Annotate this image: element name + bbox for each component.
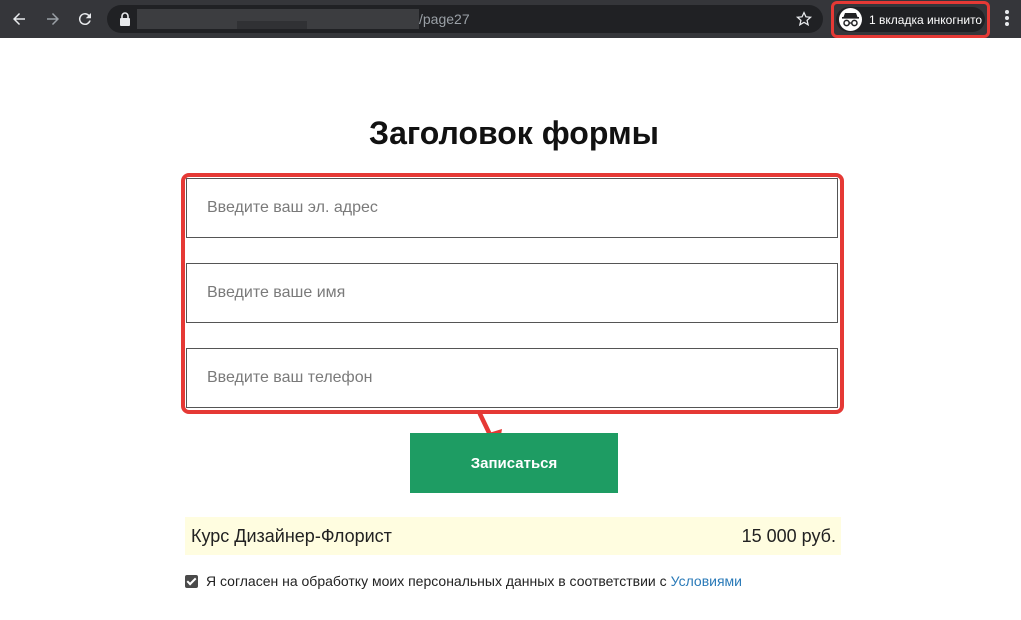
product-price: 15 000 руб.: [741, 525, 836, 546]
incognito-label: 1 вкладка инкогнито: [869, 13, 983, 27]
browser-toolbar: /page27 1 вкладка инкогнито: [0, 0, 1021, 38]
email-field-wrapper: [186, 178, 838, 238]
back-arrow-icon[interactable]: [8, 8, 30, 30]
checkbox-icon[interactable]: [185, 574, 198, 588]
incognito-indicator[interactable]: 1 вкладка инкогнито: [831, 1, 990, 38]
forward-arrow-icon[interactable]: [42, 8, 64, 30]
reload-icon[interactable]: [74, 8, 96, 30]
url-redacted: [137, 9, 419, 29]
phone-field-wrapper: [186, 348, 838, 408]
lock-icon: [120, 12, 130, 26]
submit-button[interactable]: Записаться: [410, 433, 618, 493]
product-name: Курс Дизайнер-Флорист: [191, 525, 392, 546]
name-field[interactable]: [187, 264, 837, 322]
url-path: /page27: [419, 11, 470, 27]
consent-row: Я согласен на обработку моих персональны…: [185, 572, 742, 590]
address-bar[interactable]: /page27: [107, 5, 823, 33]
star-icon[interactable]: [795, 10, 813, 28]
email-field[interactable]: [187, 179, 837, 237]
menu-dots-icon[interactable]: [1004, 10, 1010, 28]
price-row: Курс Дизайнер-Флорист 15 000 руб.: [185, 517, 841, 555]
phone-field[interactable]: [187, 349, 837, 407]
consent-text: Я согласен на обработку моих персональны…: [206, 573, 667, 589]
terms-link[interactable]: Условиями: [671, 573, 742, 589]
name-field-wrapper: [186, 263, 838, 323]
incognito-icon: [839, 8, 862, 31]
form-title: Заголовок формы: [369, 115, 659, 151]
